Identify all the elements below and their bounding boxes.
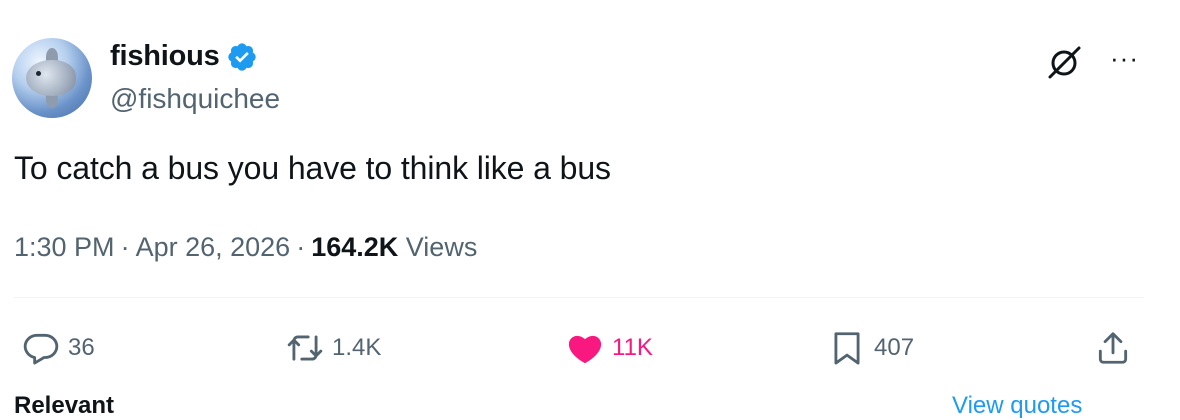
retweet-count: 1.4K [332, 334, 382, 361]
bookmark-count: 407 [874, 334, 915, 361]
reply-button[interactable]: 36 [22, 328, 95, 368]
retweet-button[interactable]: 1.4K [286, 328, 381, 368]
sunfish-avatar-icon [26, 60, 76, 96]
author-display-name[interactable]: fishious [110, 40, 220, 73]
meta-separator: · [296, 232, 306, 262]
views-count[interactable]: 164.2K [311, 232, 398, 262]
author-name-row[interactable]: fishious [110, 40, 258, 73]
tweet-meta: 1:30 PM · Apr 26, 2026 · 164.2K Views [14, 232, 477, 263]
relevant-replies-label[interactable]: Relevant [14, 392, 114, 420]
bookmark-button[interactable]: 407 [828, 328, 914, 368]
tweet-time[interactable]: 1:30 PM [14, 232, 115, 262]
author-handle[interactable]: @fishquichee [110, 83, 280, 115]
tweet-text: To catch a bus you have to think like a … [14, 150, 611, 186]
retweet-icon [287, 335, 323, 361]
share-icon [1098, 332, 1128, 364]
heart-icon [568, 335, 602, 364]
verified-badge-icon [227, 42, 256, 71]
bookmark-icon [834, 332, 860, 365]
views-label: Views [405, 232, 478, 262]
like-button[interactable]: 11K [566, 328, 653, 368]
grok-icon[interactable] [1044, 44, 1084, 80]
divider [14, 297, 1144, 298]
more-icon[interactable]: ··· [1110, 45, 1139, 71]
fish-eye [36, 71, 41, 76]
like-count: 11K [612, 334, 653, 361]
reply-icon [23, 333, 59, 365]
share-button[interactable] [1094, 328, 1132, 368]
avatar[interactable] [12, 38, 92, 118]
tweet-date[interactable]: Apr 26, 2026 [136, 232, 291, 262]
meta-separator: · [120, 232, 130, 262]
view-quotes-link[interactable]: View quotes [952, 392, 1082, 420]
reply-count: 36 [68, 334, 95, 361]
